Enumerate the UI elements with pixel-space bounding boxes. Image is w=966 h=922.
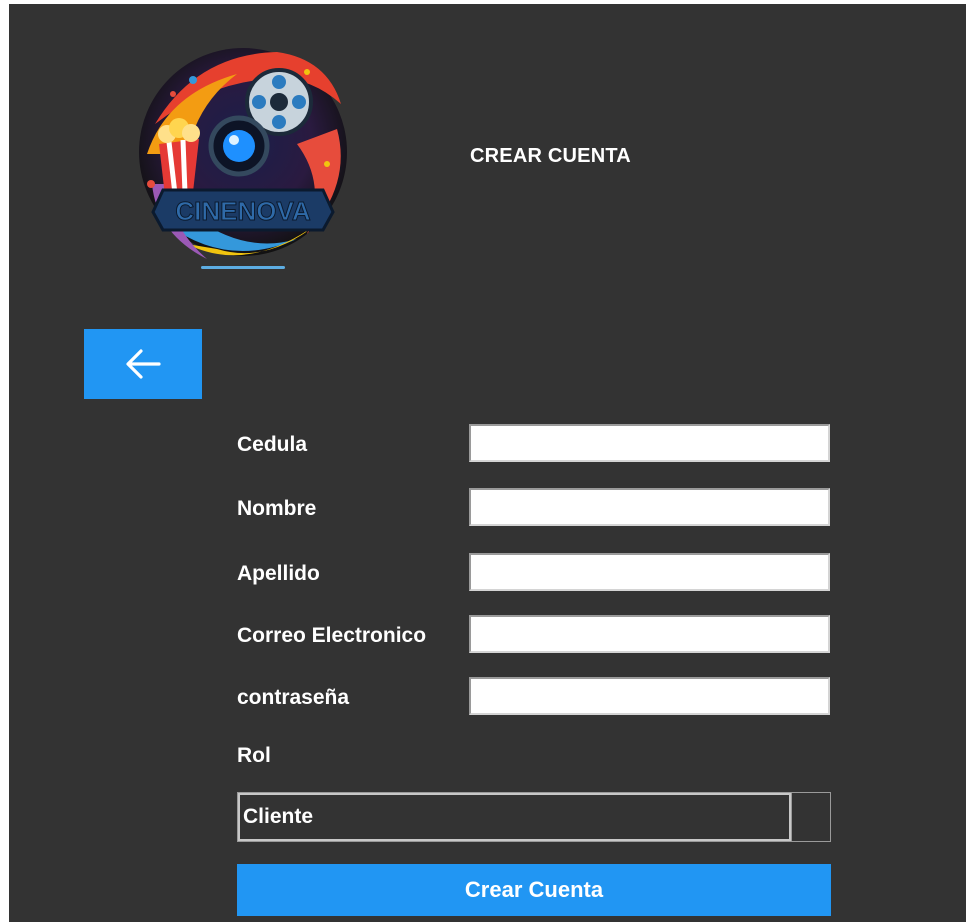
- password-field[interactable]: [469, 677, 830, 715]
- role-selected-value: Cliente: [238, 793, 791, 841]
- role-dropdown-toggle[interactable]: [791, 793, 830, 841]
- role-select[interactable]: Cliente: [237, 792, 831, 842]
- arrow-left-icon: [126, 349, 161, 379]
- page-title: CREAR CUENTA: [470, 145, 631, 167]
- back-button[interactable]: [84, 329, 202, 399]
- apellido-label: Apellido: [237, 562, 320, 585]
- create-account-button[interactable]: Crear Cuenta: [237, 864, 831, 916]
- cedula-label: Cedula: [237, 433, 308, 456]
- svg-text:CINENOVA: CINENOVA: [175, 196, 311, 226]
- apellido-field[interactable]: [469, 553, 830, 591]
- email-label: Correo Electronico: [237, 624, 427, 647]
- cedula-field[interactable]: [469, 424, 830, 462]
- nombre-field[interactable]: [469, 488, 830, 526]
- role-label: Rol: [237, 744, 271, 767]
- password-label: contraseña: [237, 686, 350, 709]
- cinenova-logo: CINENOVA: [127, 34, 359, 276]
- email-field[interactable]: [469, 615, 830, 653]
- nombre-label: Nombre: [237, 497, 317, 520]
- create-account-window: CINENOVA CREAR CUENTA Cedula Nombre Apel…: [9, 4, 966, 922]
